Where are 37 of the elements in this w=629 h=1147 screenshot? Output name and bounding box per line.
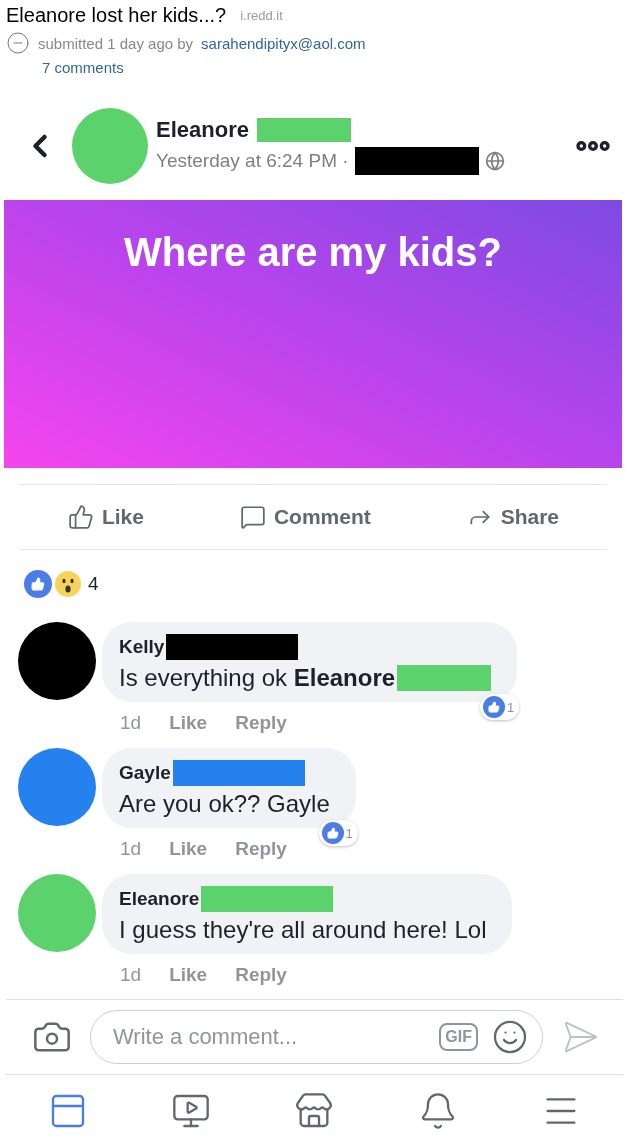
- like-link[interactable]: Like: [169, 838, 208, 860]
- like-link[interactable]: Like: [169, 964, 208, 986]
- reaction-count[interactable]: 4: [88, 573, 99, 595]
- comment-time: 1d: [120, 712, 142, 734]
- author-name[interactable]: Eleanore: [156, 117, 249, 143]
- comment-time: 1d: [120, 964, 142, 986]
- reply-link[interactable]: Reply: [235, 838, 287, 860]
- reply-link[interactable]: Reply: [235, 964, 287, 986]
- action-button[interactable]: Like: [63, 500, 148, 534]
- reply-link[interactable]: Reply: [235, 712, 287, 734]
- post-time: Yesterday at 6:24 PM ·: [156, 150, 349, 172]
- submitted-text: submitted 1 day ago by: [38, 34, 194, 52]
- post-text: Where are my kids?: [124, 230, 502, 276]
- like-link[interactable]: Like: [169, 712, 208, 734]
- speech-bubble-icon: [239, 504, 266, 530]
- action-button[interactable]: Comment: [235, 500, 375, 534]
- comments-link[interactable]: 7 comments: [42, 59, 124, 76]
- commenter-name[interactable]: Eleanore: [119, 888, 200, 910]
- like-count-badge[interactable]: 1: [318, 820, 358, 846]
- comment-time: 1d: [120, 838, 142, 860]
- collapse-icon[interactable]: [6, 31, 30, 55]
- emoji-icon[interactable]: [492, 1019, 528, 1055]
- like-reaction-icon: [24, 570, 52, 598]
- commenter-name[interactable]: Kelly: [119, 636, 165, 658]
- user-link[interactable]: sarahendipityx@aol.com: [201, 34, 366, 52]
- wow-reaction-icon: [54, 570, 82, 598]
- comment-text: Is everything ok Eleanore: [119, 664, 396, 692]
- comment-text: I guess they're all around here! Lol: [119, 916, 487, 944]
- post-title[interactable]: Eleanore lost her kids...?: [6, 4, 227, 27]
- commenter-name[interactable]: Gayle: [119, 762, 171, 784]
- like-count-badge[interactable]: 1: [479, 694, 520, 720]
- thumbs-up-icon: [67, 504, 94, 530]
- comment-text: Are you ok?? Gayle: [119, 790, 330, 818]
- domain-label: i.redd.it: [240, 8, 283, 23]
- action-button[interactable]: Share: [462, 500, 563, 534]
- globe-icon: [484, 151, 505, 171]
- gif-button[interactable]: GIF: [439, 1023, 478, 1051]
